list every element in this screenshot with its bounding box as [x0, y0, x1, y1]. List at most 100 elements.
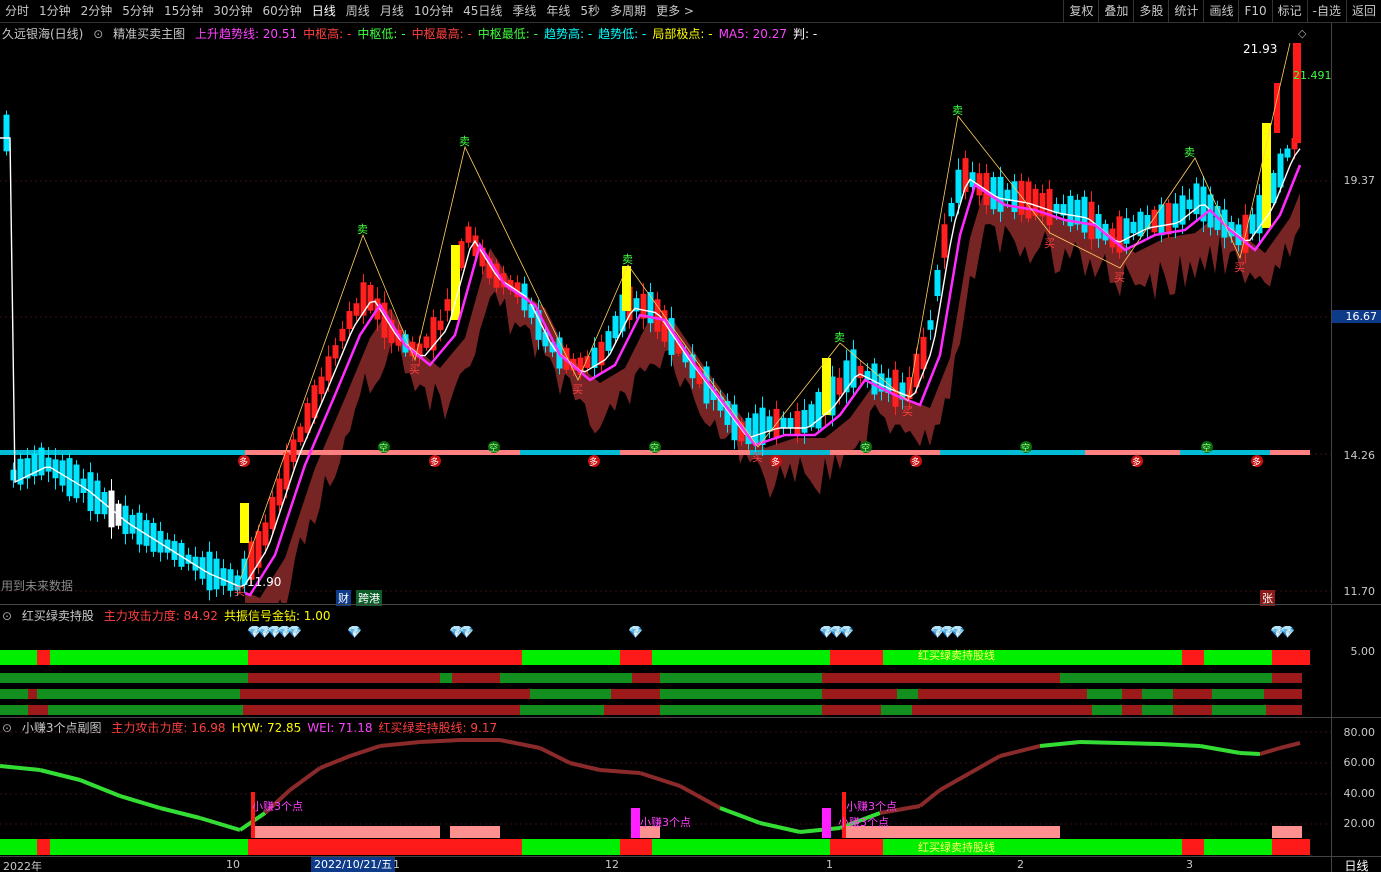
candle-body: [3, 114, 10, 152]
tool-button[interactable]: 画线: [1203, 0, 1238, 23]
tool-button[interactable]: -自选: [1306, 0, 1346, 23]
tool-button[interactable]: 标记: [1271, 0, 1307, 23]
panel3-axis: 80.00 60.00 40.00 20.00: [1331, 718, 1381, 856]
last-candle: [1293, 43, 1301, 143]
hold-band-segment: [611, 689, 660, 699]
low-price-label: 11.90: [247, 575, 281, 589]
period-tab[interactable]: 5秒: [575, 0, 605, 23]
red-marker: [842, 792, 846, 838]
hold-band-segment: [1212, 689, 1264, 699]
hold-band-segment: [0, 839, 37, 855]
hold-band-segment: [620, 650, 652, 665]
period-tab[interactable]: 月线: [375, 0, 409, 23]
breakout-candle: [622, 266, 631, 311]
short-label: 空: [1202, 442, 1211, 454]
period-tab[interactable]: 15分钟: [159, 0, 208, 23]
period-tab[interactable]: 2分钟: [76, 0, 118, 23]
long-label: 多: [771, 456, 780, 468]
candle-body: [38, 447, 45, 476]
period-tab[interactable]: 周线: [341, 0, 375, 23]
candle-body: [220, 568, 227, 586]
oscillator-line: [539, 746, 571, 765]
diamond-icon: 💎: [628, 625, 643, 639]
period-tab[interactable]: 日线: [307, 0, 341, 23]
tool-button[interactable]: 多股: [1133, 0, 1168, 23]
hold-signal-chart[interactable]: 💎💎💎💎💎 💎 💎💎 💎 💎💎💎 💎💎💎 💎💎红买绿卖持股线: [0, 605, 1331, 717]
candle-body: [206, 551, 213, 591]
period-tab[interactable]: 5分钟: [117, 0, 159, 23]
period-tab[interactable]: 60分钟: [258, 0, 307, 23]
tool-list: 复权 叠加 多股 统计 画线 F10 标记 -自选 返回: [1063, 0, 1381, 23]
period-tab[interactable]: 45日线: [458, 0, 507, 23]
oscillator-line: [288, 766, 322, 792]
candle-body: [815, 391, 822, 429]
hold-band-segment: [1122, 689, 1142, 699]
hold-band-segment: [248, 839, 522, 855]
hold-band-segment: [604, 705, 660, 715]
oscillator-line: [39, 768, 81, 782]
candlestick-chart[interactable]: 卖卖卖卖卖卖买买买买买买买买多多多多多多多空空空空空空21.9311.9021.…: [0, 23, 1331, 603]
period-tab[interactable]: 年线: [541, 0, 575, 23]
buy-marker: 买: [752, 451, 763, 464]
tool-button[interactable]: 统计: [1168, 0, 1203, 23]
long-short-band: [1085, 450, 1180, 455]
diamond-icon: 💎: [1280, 625, 1295, 639]
candle-body: [444, 299, 451, 311]
trend-ribbon: [245, 188, 1300, 603]
oscillator-line: [349, 744, 381, 758]
hold-band-segment: [1204, 839, 1272, 855]
date-tick-jan: 1: [826, 858, 833, 871]
oscillator-line: [918, 788, 942, 808]
candle-body: [437, 320, 444, 331]
hold-band-segment: [660, 705, 822, 715]
candle-body: [1144, 215, 1151, 230]
oscillator-line: [319, 754, 351, 770]
long-short-band: [520, 450, 620, 455]
oscillator-line: [1039, 740, 1081, 748]
sell-marker: 卖: [952, 104, 963, 117]
period-tab[interactable]: 30分钟: [208, 0, 257, 23]
hold-band-segment: [0, 689, 28, 699]
candle-body: [612, 315, 619, 339]
oscillator-line: [499, 738, 541, 750]
profit-block: [255, 826, 440, 838]
long-label: 多: [430, 456, 439, 468]
candle-body: [605, 331, 612, 351]
candle-body: [1277, 153, 1284, 188]
candle-body: [1270, 172, 1277, 204]
long-label: 多: [1252, 456, 1261, 468]
period-indicator[interactable]: 日线: [1331, 857, 1381, 872]
candle-body: [1081, 196, 1088, 233]
short-label: 空: [379, 442, 388, 454]
axis-label-1: 19.37: [1343, 174, 1376, 187]
candle-body: [1249, 214, 1256, 234]
period-tab[interactable]: 季线: [507, 0, 541, 23]
hold-band-segment: [918, 689, 1087, 699]
tool-button[interactable]: 叠加: [1098, 0, 1133, 23]
period-tab[interactable]: 多周期: [605, 0, 651, 23]
period-tab[interactable]: 10分钟: [409, 0, 458, 23]
period-tab[interactable]: 1分钟: [34, 0, 76, 23]
hold-band-segment: [248, 673, 440, 683]
profit-oscillator-chart[interactable]: 小赚3个点小赚3个点小赚3个点小赚3个点红买绿卖持股线: [0, 718, 1331, 856]
hold-band-segment: [522, 650, 620, 665]
oscillator-line: [159, 806, 201, 820]
long-label: 多: [1132, 456, 1141, 468]
tool-button[interactable]: 返回: [1345, 0, 1381, 23]
date-tick-mar: 3: [1186, 858, 1193, 871]
period-tab[interactable]: 更多 >: [651, 0, 699, 23]
short-label: 空: [1021, 442, 1030, 454]
oscillator-line: [1159, 742, 1201, 748]
period-tab[interactable]: 分时: [0, 0, 34, 23]
candle-body: [353, 303, 360, 316]
candle-body: [857, 365, 864, 379]
candle-body: [318, 376, 325, 395]
breakout-candle: [822, 358, 831, 415]
tool-button[interactable]: F10: [1238, 0, 1271, 23]
hold-band-segment: [530, 689, 611, 699]
candle-body: [766, 416, 773, 432]
tool-button[interactable]: 复权: [1063, 0, 1098, 23]
date-tick-oct: 10: [226, 858, 240, 871]
hold-band-segment: [1173, 705, 1212, 715]
candle-body: [955, 169, 962, 203]
